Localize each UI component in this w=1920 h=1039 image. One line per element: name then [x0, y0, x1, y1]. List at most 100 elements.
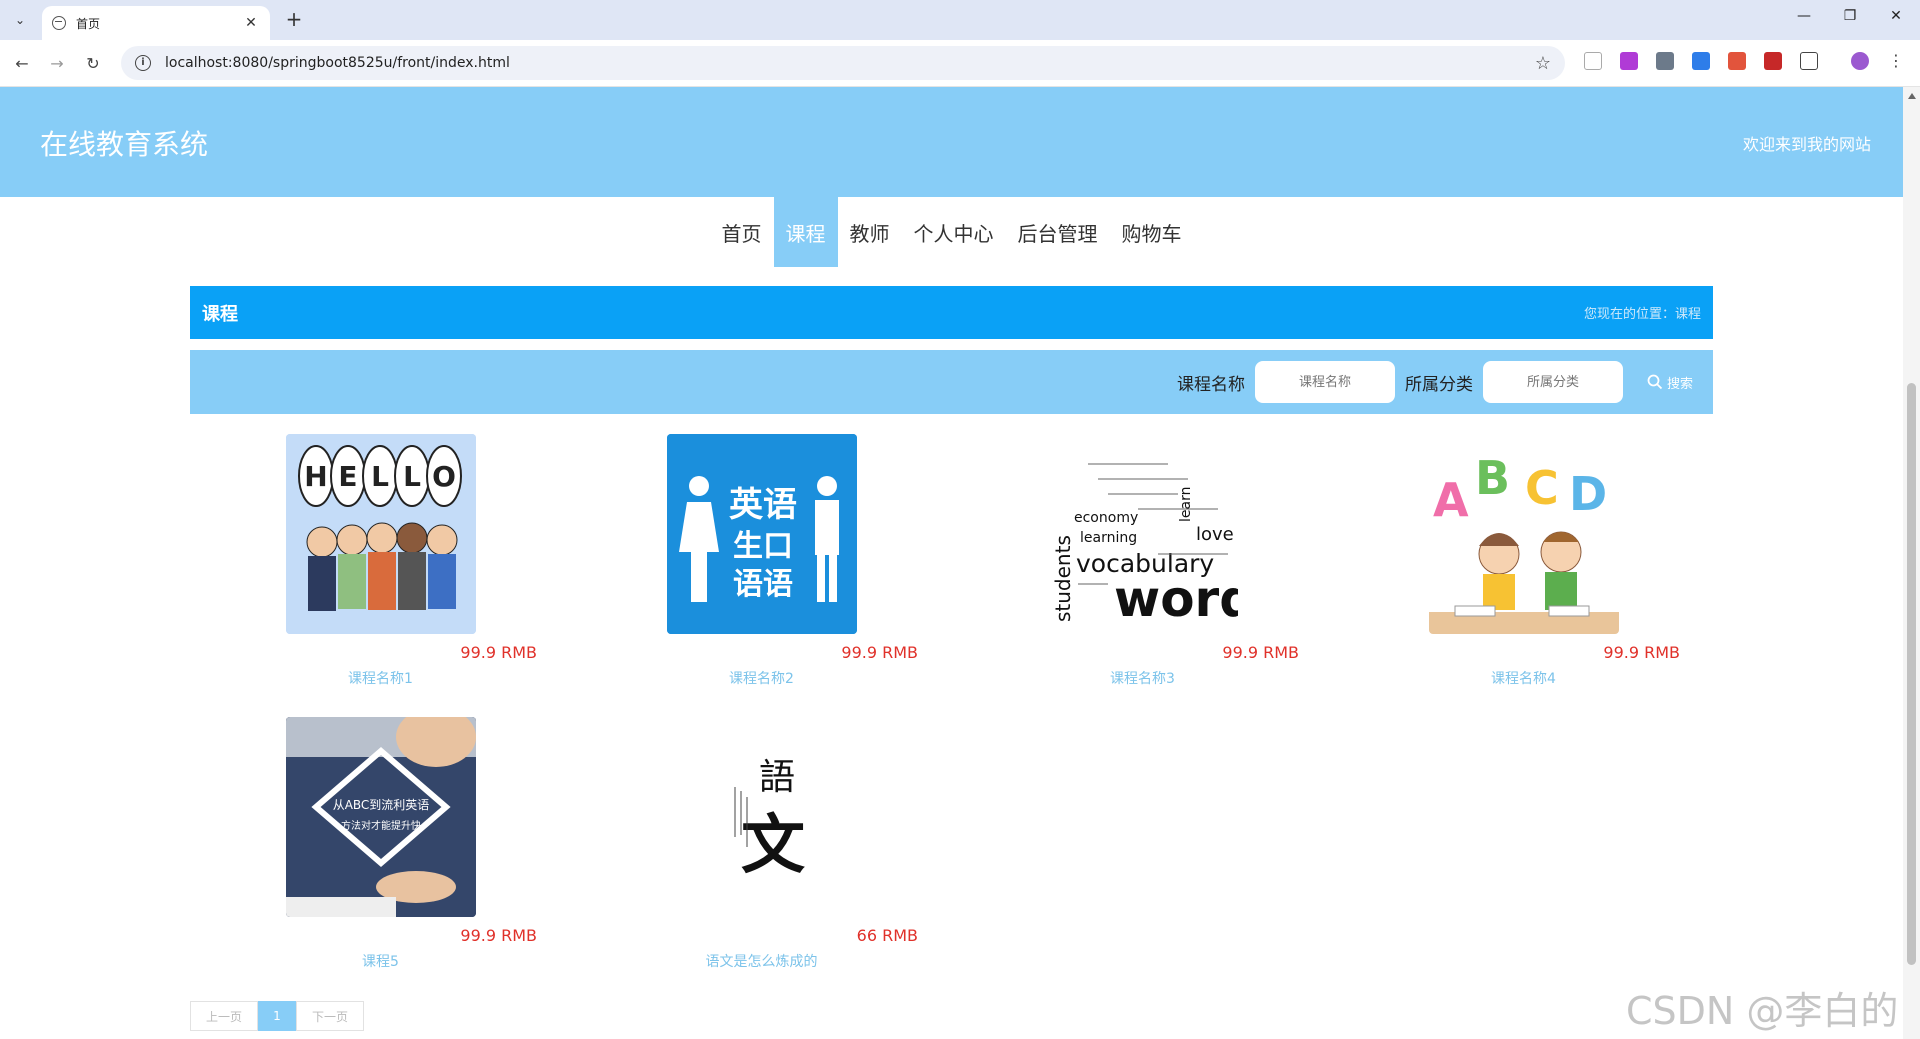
course-price: 99.9 RMB	[1222, 643, 1299, 662]
page-number-current[interactable]: 1	[258, 1001, 296, 1031]
breadcrumb: 您现在的位置：课程	[1583, 307, 1701, 322]
site-header: 在线教育系统 欢迎来到我的网站	[0, 87, 1903, 197]
svg-text:words: words	[1114, 570, 1238, 628]
course-price: 66 RMB	[856, 926, 918, 945]
pagination: 上一页 1 下一页	[190, 1001, 364, 1031]
course-image-vocabulary[interactable]: vocabulary words students economy learni…	[1048, 434, 1238, 634]
course-name[interactable]: 课程名称1	[190, 668, 571, 688]
browser-tab-bar: ⌄ 首页 ✕ + — ❐ ✕	[0, 0, 1920, 40]
course-name[interactable]: 课程名称2	[571, 668, 952, 688]
nav-item-courses[interactable]: 课程	[773, 197, 838, 267]
section-title-bar: 课程 您现在的位置：课程	[190, 286, 1713, 339]
svg-text:C: C	[1525, 461, 1559, 515]
forward-arrow-icon[interactable]: →	[45, 52, 69, 76]
course-price: 99.9 RMB	[460, 926, 537, 945]
course-card[interactable]: A B C D 99.9 RMB 课程名称4	[1333, 434, 1714, 693]
course-name[interactable]: 语文是怎么炼成的	[571, 951, 952, 971]
course-card[interactable]: H E L L O 99.9 RMB 课程名称1	[190, 434, 571, 693]
minimize-icon[interactable]: —	[1792, 8, 1816, 24]
svg-text:从ABC到流利英语: 从ABC到流利英语	[333, 798, 430, 812]
nav-item-cart[interactable]: 购物车	[1110, 197, 1194, 267]
course-price: 99.9 RMB	[460, 643, 537, 662]
svg-text:L: L	[371, 460, 389, 493]
window-close-icon[interactable]: ✕	[1884, 8, 1908, 24]
csdn-watermark: CSDN @李白的粉	[1626, 989, 1899, 1033]
search-bar: 课程名称 所属分类 搜索	[190, 350, 1713, 414]
hello-cartoon-image: H E L L O	[286, 434, 476, 634]
extension-red-icon[interactable]	[1764, 52, 1782, 70]
search-icon	[1647, 374, 1663, 390]
course-image-abcd[interactable]: A B C D	[1429, 434, 1619, 634]
back-arrow-icon[interactable]: ←	[10, 52, 34, 76]
svg-text:B: B	[1475, 451, 1510, 505]
site-welcome: 欢迎来到我的网站	[1742, 135, 1871, 154]
search-button[interactable]: 搜索	[1647, 373, 1693, 392]
course-name[interactable]: 课程名称3	[952, 668, 1333, 688]
section-title: 课程	[202, 303, 238, 325]
next-page-button[interactable]: 下一页	[296, 1001, 364, 1031]
profile-avatar[interactable]	[1851, 52, 1869, 70]
course-card[interactable]: 从ABC到流利英语 方法对才能提升快 99.9 RMB 课程5	[190, 717, 571, 976]
bookmark-star-icon[interactable]: ☆	[1535, 53, 1551, 74]
scrollbar-thumb[interactable]	[1907, 383, 1916, 965]
nav-item-personal-center[interactable]: 个人中心	[902, 197, 1006, 267]
english-speaking-image: 英语 生口 语语	[667, 434, 857, 634]
svg-text:生口: 生口	[733, 529, 793, 564]
svg-text:方法对才能提升快: 方法对才能提升快	[341, 819, 421, 832]
page-scrollbar[interactable]	[1903, 87, 1920, 1039]
abcd-kids-image: A B C D	[1429, 434, 1619, 634]
extension-purple-icon[interactable]	[1620, 52, 1638, 70]
svg-text:文: 文	[741, 808, 805, 883]
prev-page-button[interactable]: 上一页	[190, 1001, 258, 1031]
course-name[interactable]: 课程5	[190, 951, 571, 971]
course-image-hello[interactable]: H E L L O	[286, 434, 476, 634]
nav-item-teachers[interactable]: 教师	[838, 197, 902, 267]
course-card[interactable]: 英语 生口 语语 99.9 RMB 课程名称2	[571, 434, 952, 693]
browser-tab[interactable]: 首页 ✕	[42, 6, 270, 40]
course-card[interactable]: 語 文 66 RMB 语文是怎么炼成的	[571, 717, 952, 976]
url-text: localhost:8080/springboot8525u/front/ind…	[165, 55, 510, 71]
course-image-english[interactable]: 英语 生口 语语	[667, 434, 857, 634]
yuwen-calligraphy-image: 語 文	[667, 717, 857, 917]
extension-cursor-icon[interactable]	[1584, 52, 1602, 70]
new-tab-plus-icon[interactable]: +	[282, 7, 306, 31]
svg-text:语语: 语语	[733, 567, 793, 602]
category-input[interactable]	[1482, 361, 1623, 403]
svg-text:economy: economy	[1074, 510, 1138, 526]
tab-title: 首页	[76, 16, 101, 31]
extension-orange-icon[interactable]	[1728, 52, 1746, 70]
svg-text:learn: learn	[1178, 487, 1194, 522]
nav-item-home[interactable]: 首页	[710, 197, 774, 267]
svg-text:L: L	[403, 460, 421, 493]
reload-icon[interactable]: ↻	[81, 52, 105, 76]
main-nav: 首页 课程 教师 个人中心 后台管理 购物车	[0, 197, 1903, 267]
course-price: 99.9 RMB	[841, 643, 918, 662]
svg-text:英语: 英语	[729, 485, 797, 525]
extension-gray-icon[interactable]	[1656, 52, 1674, 70]
site-title: 在线教育系统	[40, 128, 209, 161]
menu-dots-icon[interactable]: ⋮	[1887, 52, 1905, 70]
course-image-yuwen[interactable]: 語 文	[667, 717, 857, 917]
svg-text:E: E	[338, 460, 357, 493]
svg-text:O: O	[432, 460, 456, 493]
page-viewport: 在线教育系统 欢迎来到我的网站 首页 课程 教师 个人中心 后台管理 购物车 课…	[0, 87, 1903, 1039]
tab-close-icon[interactable]: ✕	[242, 15, 260, 31]
svg-text:love: love	[1196, 524, 1234, 545]
svg-text:D: D	[1569, 467, 1607, 521]
scroll-up-arrow-icon[interactable]	[1908, 93, 1916, 99]
course-card[interactable]: vocabulary words students economy learni…	[952, 434, 1333, 693]
course-name[interactable]: 课程名称4	[1333, 668, 1714, 688]
course-name-input[interactable]	[1254, 361, 1395, 403]
tab-list-chevron-icon[interactable]: ⌄	[8, 8, 32, 32]
content-container: 课程 您现在的位置：课程 课程名称 所属分类 搜索	[190, 286, 1713, 976]
site-info-icon[interactable]: i	[135, 55, 151, 71]
course-image-abc-fluent[interactable]: 从ABC到流利英语 方法对才能提升快	[286, 717, 476, 917]
extensions-puzzle-icon[interactable]	[1800, 52, 1818, 70]
course-name-label: 课程名称	[1176, 374, 1245, 395]
extension-blue-icon[interactable]	[1692, 52, 1710, 70]
address-bar[interactable]: i localhost:8080/springboot8525u/front/i…	[121, 46, 1565, 80]
nav-item-admin[interactable]: 后台管理	[1006, 197, 1110, 267]
restore-icon[interactable]: ❐	[1838, 8, 1862, 24]
svg-text:learning: learning	[1080, 530, 1137, 546]
svg-text:H: H	[304, 460, 327, 493]
